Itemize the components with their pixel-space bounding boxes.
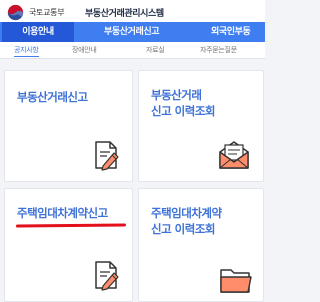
ministry-name[interactable]: 국토교통부	[29, 7, 65, 18]
main-tab-label: 부동산거래신고	[104, 27, 160, 37]
sub-tab-label: 공지사항	[14, 46, 39, 54]
card-housing-lease-history[interactable]: 주택임대차계약 신고 이력조회	[138, 188, 264, 302]
main-nav: 이용안내 부동산거래신고 외국인부동	[0, 22, 265, 42]
system-title[interactable]: 부동산거래관리시스템	[85, 6, 164, 19]
document-pen-icon	[95, 261, 119, 291]
main-tab-real-estate-report[interactable]: 부동산거래신고	[104, 22, 160, 42]
main-tab-label: 이용안내	[22, 27, 54, 37]
sub-tab-label: 장애안내	[72, 46, 97, 54]
main-tab-foreigner[interactable]: 외국인부동	[211, 22, 251, 42]
document-pen-icon	[95, 141, 119, 171]
sub-tab-label: 자주묻는질문	[200, 46, 237, 54]
card-title: 부동산거래신고	[17, 90, 88, 104]
sub-tab-label: 자료실	[146, 46, 165, 54]
card-title: 주택임대차계약신고	[17, 206, 108, 220]
sub-tab-faq[interactable]: 자주묻는질문	[200, 42, 237, 58]
main-tab-label: 외국인부동	[211, 27, 251, 37]
envelope-icon	[219, 141, 249, 169]
card-title: 부동산거래 신고 이력조회	[151, 88, 215, 118]
card-real-estate-report[interactable]: 부동산거래신고	[4, 70, 133, 182]
sub-tab-archive[interactable]: 자료실	[146, 42, 165, 58]
sub-nav: 공지사항 장애안내 자료실 자주묻는질문	[0, 42, 265, 59]
card-housing-lease-report[interactable]: 주택임대차계약신고	[4, 188, 133, 302]
folder-icon	[220, 269, 252, 293]
main-tab-usage-guide[interactable]: 이용안내	[2, 22, 74, 42]
card-title: 주택임대차계약 신고 이력조회	[151, 206, 222, 236]
sub-tab-outage[interactable]: 장애안내	[72, 42, 97, 58]
card-report-history[interactable]: 부동산거래 신고 이력조회	[138, 70, 264, 182]
sub-tab-notice[interactable]: 공지사항	[14, 42, 39, 58]
government-logo-icon[interactable]	[7, 4, 24, 21]
